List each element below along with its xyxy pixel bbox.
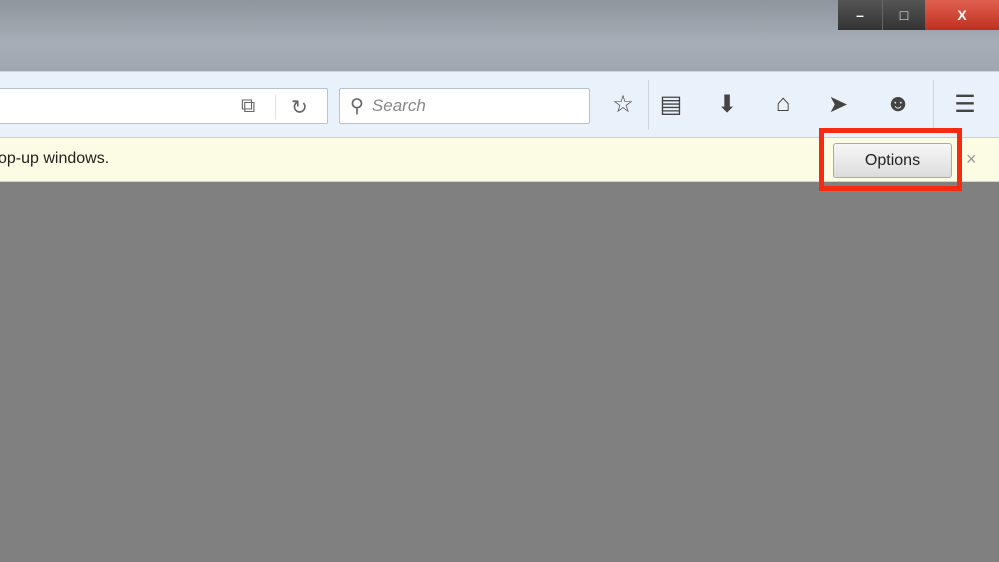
- send-icon[interactable]: ➤: [822, 90, 854, 119]
- divider: [648, 80, 649, 130]
- divider: [275, 95, 276, 119]
- maximize-button[interactable]: □: [882, 0, 925, 30]
- search-placeholder: Search: [371, 96, 426, 115]
- close-notification-icon[interactable]: ×: [966, 149, 977, 170]
- menu-icon[interactable]: ☰: [949, 90, 981, 119]
- reload-icon[interactable]: ↻: [291, 95, 308, 120]
- star-icon[interactable]: ☆: [607, 90, 639, 119]
- title-bar: – □ X: [0, 0, 999, 71]
- minimize-button[interactable]: –: [838, 0, 882, 30]
- notification-message: op-up windows.: [0, 150, 110, 167]
- search-icon: ⚲: [350, 95, 364, 117]
- url-bar[interactable]: ⧉ ↻: [0, 88, 328, 124]
- home-icon[interactable]: ⌂: [767, 90, 799, 118]
- page-block-icon[interactable]: ⧉: [241, 95, 255, 118]
- page-content: [0, 183, 999, 562]
- divider: [933, 80, 934, 130]
- close-window-button[interactable]: X: [925, 0, 999, 30]
- search-input[interactable]: ⚲ Search: [339, 88, 590, 124]
- chat-icon[interactable]: ☻: [882, 90, 914, 118]
- highlight-box: [819, 128, 962, 191]
- reading-list-icon[interactable]: ▤: [655, 90, 687, 119]
- download-icon[interactable]: ⬇: [711, 90, 743, 119]
